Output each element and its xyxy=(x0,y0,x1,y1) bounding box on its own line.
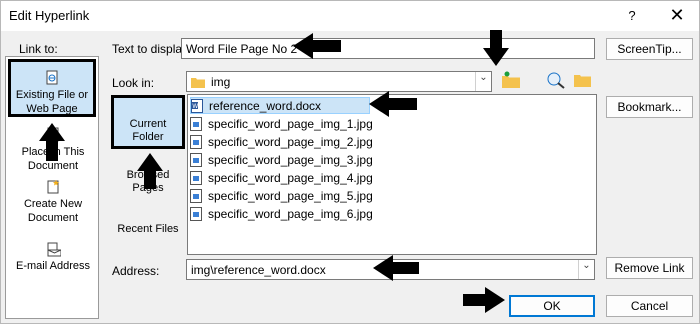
arrow-up-icon xyxy=(39,123,65,161)
remove-link-button[interactable]: Remove Link xyxy=(606,257,693,279)
list-item[interactable]: specific_word_page_img_1.jpg xyxy=(190,115,373,132)
file-name: specific_word_page_img_3.jpg xyxy=(208,152,373,167)
look-in-select[interactable]: img ⌄ xyxy=(186,71,492,92)
folder-up-icon xyxy=(502,71,520,88)
recent-files-tab[interactable]: Recent Files xyxy=(111,223,185,241)
link-to-existing-file[interactable]: Existing File or Web Page xyxy=(8,59,96,117)
screentip-button[interactable]: ScreenTip... xyxy=(606,38,693,60)
link-to-existing-file-line2: Web Page xyxy=(26,103,78,115)
image-file-icon xyxy=(190,134,202,149)
text-to-display-input[interactable]: Word File Page No 2 xyxy=(181,38,595,59)
help-button[interactable]: ? xyxy=(621,6,643,26)
chevron-down-icon[interactable]: ⌄ xyxy=(578,260,594,279)
browse-file-button[interactable] xyxy=(573,71,595,91)
list-item[interactable]: specific_word_page_img_3.jpg xyxy=(190,151,373,168)
list-item[interactable]: specific_word_page_img_6.jpg xyxy=(190,205,373,222)
list-item[interactable]: specific_word_page_img_4.jpg xyxy=(190,169,373,186)
image-file-icon xyxy=(190,170,202,185)
cancel-button[interactable]: Cancel xyxy=(606,295,693,317)
chevron-down-icon[interactable]: ⌄ xyxy=(475,72,491,91)
file-name: specific_word_page_img_1.jpg xyxy=(208,116,373,131)
link-to-email-address[interactable]: E-mail Address xyxy=(6,241,100,275)
close-button[interactable]: ✕ xyxy=(665,4,689,26)
word-document-icon: W xyxy=(191,98,203,113)
browse-web-button[interactable] xyxy=(501,71,523,91)
arrow-left-icon xyxy=(293,33,341,59)
link-to-label: Link to: xyxy=(19,42,58,56)
email-icon xyxy=(47,242,61,257)
image-file-icon xyxy=(190,116,202,131)
dialog-title: Edit Hyperlink xyxy=(9,8,90,23)
arrow-left-icon xyxy=(369,91,417,117)
list-item[interactable]: specific_word_page_img_5.jpg xyxy=(190,187,373,204)
arrow-right-icon xyxy=(463,287,505,313)
link-to-panel: Existing File or Web Page Place in This … xyxy=(5,56,99,319)
image-file-icon xyxy=(190,206,202,221)
address-value: img\reference_word.docx xyxy=(191,263,326,277)
file-name: specific_word_page_img_6.jpg xyxy=(208,206,373,221)
link-to-email-line1: E-mail Address xyxy=(16,260,90,272)
look-in-label: Look in: xyxy=(112,76,155,90)
look-in-value: img xyxy=(211,75,231,89)
address-label: Address: xyxy=(112,264,160,278)
new-document-icon xyxy=(47,180,59,194)
link-to-create-line2: Document xyxy=(27,212,79,224)
edit-hyperlink-dialog: Edit Hyperlink ? ✕ Link to: Existing Fil… xyxy=(0,0,700,324)
web-search-icon xyxy=(547,72,565,89)
file-name: specific_word_page_img_4.jpg xyxy=(208,170,373,185)
link-to-existing-file-line1: Existing File or xyxy=(15,89,89,101)
list-item[interactable]: W reference_word.docx xyxy=(190,97,370,114)
svg-text:W: W xyxy=(192,103,198,110)
open-folder-icon xyxy=(574,75,591,87)
image-file-icon xyxy=(190,152,202,167)
folder-icon xyxy=(191,78,205,88)
arrow-down-icon xyxy=(483,30,509,66)
bookmark-button[interactable]: Bookmark... xyxy=(606,96,693,118)
arrow-left-icon xyxy=(373,255,419,281)
file-name: specific_word_page_img_2.jpg xyxy=(208,134,373,149)
link-to-create-new-document[interactable]: Create New Document xyxy=(6,179,100,224)
arrow-up-icon xyxy=(137,153,163,189)
globe-file-icon xyxy=(46,70,58,85)
current-folder-tab[interactable]: Current Folder xyxy=(111,95,185,149)
ok-button[interactable]: OK xyxy=(509,295,595,317)
image-file-icon xyxy=(190,188,202,203)
text-to-display-label: Text to display: xyxy=(112,42,192,56)
file-name: reference_word.docx xyxy=(209,98,322,113)
title-bar: Edit Hyperlink ? ✕ xyxy=(1,1,699,31)
list-item[interactable]: specific_word_page_img_2.jpg xyxy=(190,133,373,150)
link-to-create-line1: Create New xyxy=(23,198,83,210)
browse-web-search-button[interactable] xyxy=(546,71,568,91)
file-name: specific_word_page_img_5.jpg xyxy=(208,188,373,203)
